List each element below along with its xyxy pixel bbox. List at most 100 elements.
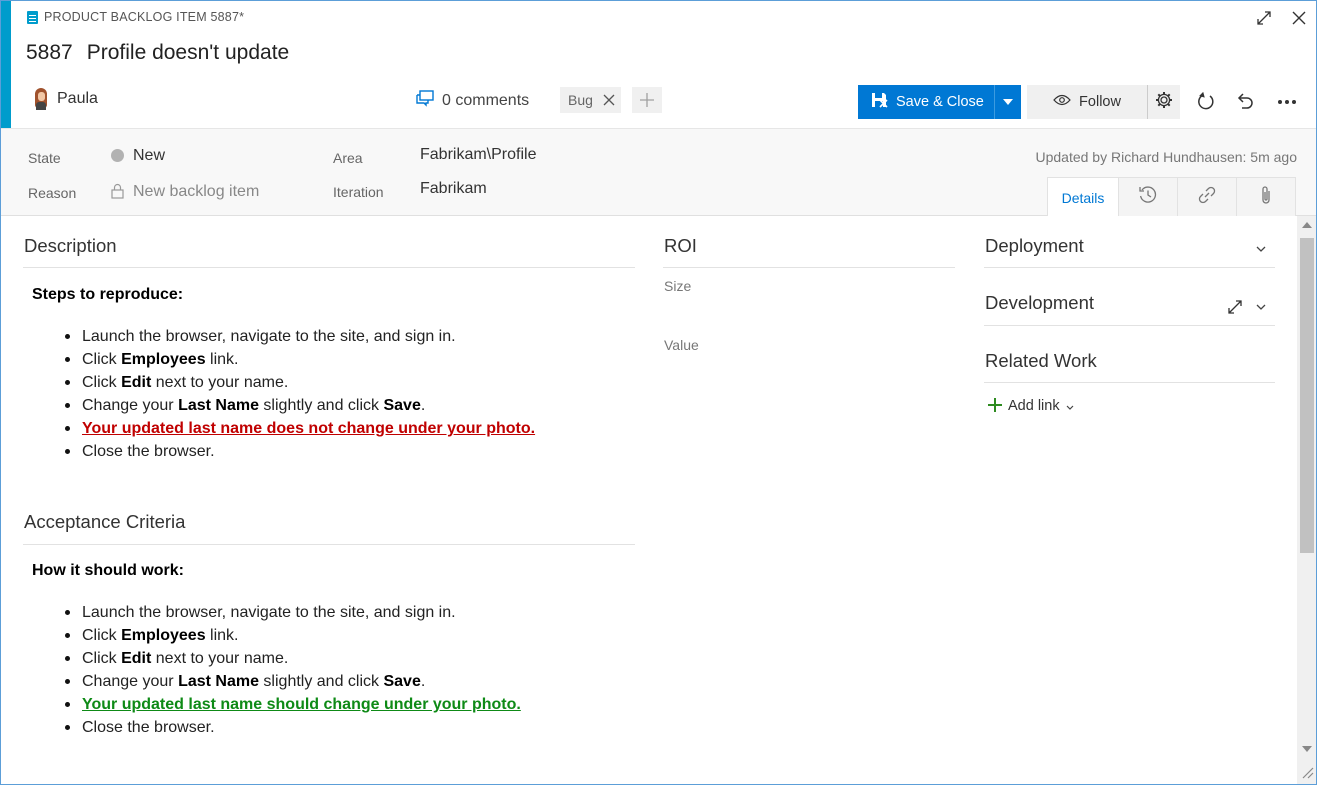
expand-icon[interactable] — [1226, 298, 1244, 316]
chevron-down-icon[interactable] — [1254, 300, 1268, 314]
comments-link[interactable]: 0 comments — [415, 90, 529, 112]
scrollbar-thumb[interactable] — [1300, 238, 1314, 553]
bold-text: Save — [383, 397, 421, 414]
updated-by-text[interactable]: Updated by Richard Hundhausen: 5m ago — [1035, 149, 1297, 165]
list-item: Close the browser. — [65, 716, 521, 739]
divider — [984, 325, 1275, 326]
remove-tag-icon[interactable] — [603, 91, 615, 109]
tag-label: Bug — [568, 92, 593, 108]
scroll-down-icon[interactable] — [1302, 746, 1312, 752]
work-item-type-color-bar — [0, 0, 11, 128]
divider — [984, 382, 1275, 383]
work-item-title-row: 5887 Profile doesn't update — [26, 41, 289, 65]
roi-heading: ROI — [664, 235, 697, 256]
list-item: Your updated last name does not change u… — [64, 417, 535, 440]
follow-label: Follow — [1079, 94, 1121, 110]
tab-attachments[interactable] — [1236, 177, 1296, 217]
work-item-header: PRODUCT BACKLOG ITEM 5887* 5887 Profile … — [11, 0, 1317, 128]
divider — [23, 544, 635, 545]
work-item-tabs: Details — [1047, 177, 1296, 217]
comments-count: 0 comments — [442, 92, 530, 109]
assignee-name: Paula — [57, 90, 98, 107]
description-heading: Description — [24, 235, 117, 256]
save-icon — [870, 91, 888, 113]
maximize-icon[interactable] — [1254, 8, 1274, 28]
step-text: next to your name. — [151, 374, 289, 391]
bold-text: Last Name — [178, 397, 259, 414]
list-item: Launch the browser, navigate to the site… — [65, 601, 521, 624]
work-item-fields: State New Reason New backlog item Area F… — [0, 128, 1317, 217]
step-text: Click — [82, 374, 122, 391]
scroll-up-icon[interactable] — [1302, 222, 1312, 228]
bold-text: Edit — [121, 650, 152, 667]
history-icon — [1138, 185, 1158, 210]
highlighted-step-link[interactable]: Your updated last name does not change u… — [82, 420, 535, 437]
description-steps-list[interactable]: Launch the browser, navigate to the site… — [64, 325, 535, 463]
list-item: Click Edit next to your name. — [65, 647, 521, 670]
backlog-item-icon — [27, 10, 38, 24]
work-item-title[interactable]: Profile doesn't update — [87, 41, 289, 65]
bold-text: Last Name — [178, 673, 259, 690]
acceptance-subheading: How it should work: — [32, 562, 184, 579]
save-and-close-label: Save & Close — [896, 94, 984, 110]
work-item-type-label: PRODUCT BACKLOG ITEM 5887* — [44, 10, 245, 24]
list-item: Change your Last Name slightly and click… — [64, 394, 535, 417]
avatar — [33, 88, 49, 110]
resize-grip-icon[interactable] — [1300, 765, 1314, 779]
step-text: Close the browser. — [82, 443, 215, 460]
paperclip-icon — [1259, 185, 1273, 210]
close-icon[interactable] — [1289, 8, 1309, 28]
list-item: Your updated last name should change und… — [65, 693, 521, 716]
tab-details[interactable]: Details — [1047, 177, 1119, 217]
step-text: next to your name. — [151, 650, 289, 667]
list-item: Change your Last Name slightly and click… — [65, 670, 521, 693]
step-text: . — [420, 397, 426, 414]
area-field[interactable]: Fabrikam\Profile — [420, 146, 536, 164]
development-heading[interactable]: Development — [985, 292, 1094, 314]
state-field[interactable]: New — [133, 147, 165, 165]
step-text: Launch the browser, navigate to the site… — [82, 604, 456, 621]
work-item-type: PRODUCT BACKLOG ITEM 5887* — [27, 9, 244, 25]
acceptance-heading: Acceptance Criteria — [24, 511, 186, 532]
chevron-down-icon[interactable] — [1254, 242, 1268, 256]
settings-button[interactable] — [1147, 85, 1180, 119]
divider — [663, 267, 955, 268]
gear-icon — [1155, 91, 1173, 114]
refresh-icon[interactable] — [1191, 88, 1219, 116]
divider — [23, 267, 635, 268]
state-indicator-icon — [111, 149, 124, 162]
bold-text: Employees — [121, 627, 206, 644]
iteration-field[interactable]: Fabrikam — [420, 180, 487, 198]
value-label: Value — [664, 337, 699, 353]
step-text: Close the browser. — [82, 719, 215, 736]
assigned-to[interactable]: Paula — [33, 88, 98, 110]
step-text: link. — [205, 351, 239, 368]
area-label: Area — [333, 150, 363, 166]
step-text: Change your — [82, 673, 179, 690]
highlighted-step-link[interactable]: Your updated last name should change und… — [82, 696, 521, 713]
vertical-scrollbar[interactable] — [1297, 216, 1317, 785]
step-text: Click — [82, 627, 122, 644]
work-item-id: 5887 — [26, 41, 73, 64]
link-icon — [1197, 185, 1217, 210]
follow-button[interactable]: Follow — [1027, 85, 1147, 119]
acceptance-steps-list[interactable]: Launch the browser, navigate to the site… — [65, 601, 521, 739]
divider — [984, 267, 1275, 268]
list-item: Click Employees link. — [65, 624, 521, 647]
list-item: Launch the browser, navigate to the site… — [64, 325, 535, 348]
deployment-heading[interactable]: Deployment — [985, 235, 1084, 257]
add-tag-button[interactable] — [632, 87, 662, 113]
iteration-label: Iteration — [333, 184, 384, 200]
add-link-button[interactable]: Add link — [988, 396, 1074, 416]
comments-icon — [415, 90, 435, 112]
save-options-dropdown[interactable] — [994, 85, 1021, 119]
save-and-close-button[interactable]: Save & Close — [858, 85, 994, 119]
undo-icon[interactable] — [1231, 88, 1259, 116]
lock-icon — [111, 183, 124, 204]
tab-history[interactable] — [1118, 177, 1178, 217]
steps-subheading: Steps to reproduce: — [32, 286, 184, 303]
step-text: Change your — [82, 397, 179, 414]
step-text: slightly and click — [258, 397, 384, 414]
tab-links[interactable] — [1177, 177, 1237, 217]
more-actions-icon[interactable] — [1273, 88, 1301, 116]
